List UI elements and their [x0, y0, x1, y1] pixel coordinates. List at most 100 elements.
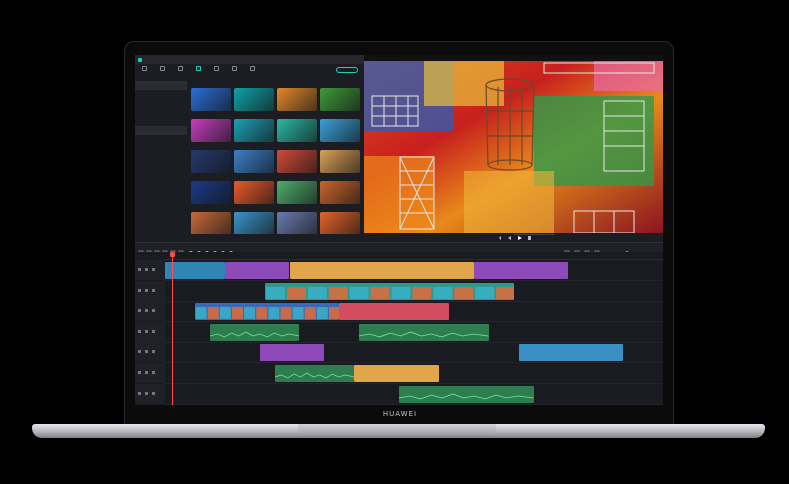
media-thumbnail[interactable]: [191, 181, 231, 204]
tab-transitions[interactable]: [191, 64, 205, 78]
tab-split-screen[interactable]: [245, 64, 259, 78]
tab-elements[interactable]: [227, 64, 241, 78]
tree-item[interactable]: [135, 153, 187, 162]
effects-icon: [213, 66, 219, 71]
library-footer: [135, 234, 364, 242]
prev-frame-icon[interactable]: [499, 236, 501, 240]
visibility-icon[interactable]: [152, 350, 155, 354]
audio-icon: [159, 66, 165, 71]
preview-panel: [364, 55, 663, 242]
track-type-icon: [138, 268, 141, 271]
playback-progress[interactable]: [514, 234, 554, 235]
playhead[interactable]: [172, 255, 173, 405]
tree-item[interactable]: [135, 144, 187, 153]
transition-icon: [195, 66, 201, 71]
track-header: [135, 363, 165, 383]
track-header: [135, 342, 165, 363]
app-logo-icon: [138, 57, 142, 62]
rewind-icon[interactable]: [508, 236, 511, 240]
brand-logo: HUAWEI: [382, 410, 418, 418]
tree-item[interactable]: [135, 126, 187, 135]
track-header: [135, 383, 165, 404]
timeline-clip[interactable]: [359, 323, 489, 341]
timeline-clip[interactable]: [224, 262, 290, 279]
timeline-clip[interactable]: [209, 323, 300, 341]
timeline-track: [165, 363, 663, 384]
tree-item[interactable]: [135, 99, 187, 108]
media-thumbnail[interactable]: [320, 88, 360, 111]
track-type-icon: [138, 371, 141, 374]
timeline-clip[interactable]: [354, 365, 439, 382]
timeline-clip[interactable]: [274, 365, 355, 382]
category-tree: [135, 81, 187, 162]
timeline-clip[interactable]: [194, 303, 340, 321]
elements-icon: [231, 66, 237, 71]
lock-icon[interactable]: [145, 329, 148, 333]
tree-item[interactable]: [135, 135, 187, 144]
preview-canvas: [364, 61, 663, 233]
media-thumbnail[interactable]: [320, 212, 360, 235]
media-thumbnail[interactable]: [277, 119, 317, 142]
tree-item[interactable]: [135, 117, 187, 126]
timeline-clip[interactable]: [473, 262, 569, 279]
tab-text[interactable]: [173, 64, 187, 78]
media-thumbnail[interactable]: [191, 119, 231, 142]
tree-item[interactable]: [135, 90, 187, 99]
media-thumbnail[interactable]: [277, 150, 317, 173]
split-screen-icon: [249, 66, 255, 71]
media-thumbnail[interactable]: [191, 150, 231, 173]
timeline-clip[interactable]: [399, 385, 534, 403]
lock-icon[interactable]: [145, 309, 148, 313]
timeline-track: [165, 342, 663, 364]
visibility-icon[interactable]: [152, 309, 155, 313]
timeline-clip[interactable]: [339, 303, 449, 321]
media-thumbnail[interactable]: [277, 212, 317, 235]
media-thumbnail[interactable]: [320, 150, 360, 173]
media-thumbnail[interactable]: [234, 150, 274, 173]
track-header: [135, 301, 165, 322]
timeline-clip[interactable]: [264, 282, 514, 300]
tree-item[interactable]: [135, 81, 187, 90]
editor-window: [135, 55, 663, 405]
media-thumbnail[interactable]: [191, 212, 231, 235]
lock-icon[interactable]: [145, 371, 148, 374]
media-thumbnail[interactable]: [234, 119, 274, 142]
track-type-icon: [138, 329, 141, 333]
media-thumbnail[interactable]: [320, 119, 360, 142]
import-button[interactable]: [336, 67, 358, 73]
stop-icon[interactable]: [528, 236, 531, 240]
timeline-panel: [135, 252, 663, 405]
visibility-icon[interactable]: [152, 391, 155, 395]
timeline-track: [165, 322, 663, 343]
timeline-clip[interactable]: [289, 262, 474, 279]
tab-effects[interactable]: [209, 64, 223, 78]
tree-item[interactable]: [135, 108, 187, 117]
media-thumbnail[interactable]: [234, 181, 274, 204]
media-thumbnail[interactable]: [277, 181, 317, 204]
lock-icon[interactable]: [145, 288, 148, 292]
track-type-icon: [138, 350, 141, 354]
media-thumbnail[interactable]: [234, 212, 274, 235]
lock-icon[interactable]: [145, 391, 148, 395]
playback-controls: [499, 236, 531, 240]
tab-media[interactable]: [137, 64, 151, 78]
media-icon: [141, 66, 147, 71]
play-icon[interactable]: [518, 236, 522, 240]
visibility-icon[interactable]: [152, 371, 155, 374]
visibility-icon[interactable]: [152, 329, 155, 333]
visibility-icon[interactable]: [152, 288, 155, 292]
tab-audio[interactable]: [155, 64, 169, 78]
text-icon: [177, 66, 183, 71]
visibility-icon[interactable]: [152, 268, 155, 271]
media-thumbnail[interactable]: [191, 88, 231, 111]
timeline-clip[interactable]: [165, 262, 225, 279]
timeline-ruler: [165, 252, 663, 260]
track-type-icon: [138, 288, 141, 292]
media-thumbnail[interactable]: [277, 88, 317, 111]
lock-icon[interactable]: [145, 268, 148, 271]
lock-icon[interactable]: [145, 350, 148, 354]
media-thumbnail[interactable]: [320, 181, 360, 204]
media-thumbnail[interactable]: [234, 88, 274, 111]
timeline-clip[interactable]: [518, 344, 624, 362]
timeline-clip[interactable]: [259, 344, 325, 362]
